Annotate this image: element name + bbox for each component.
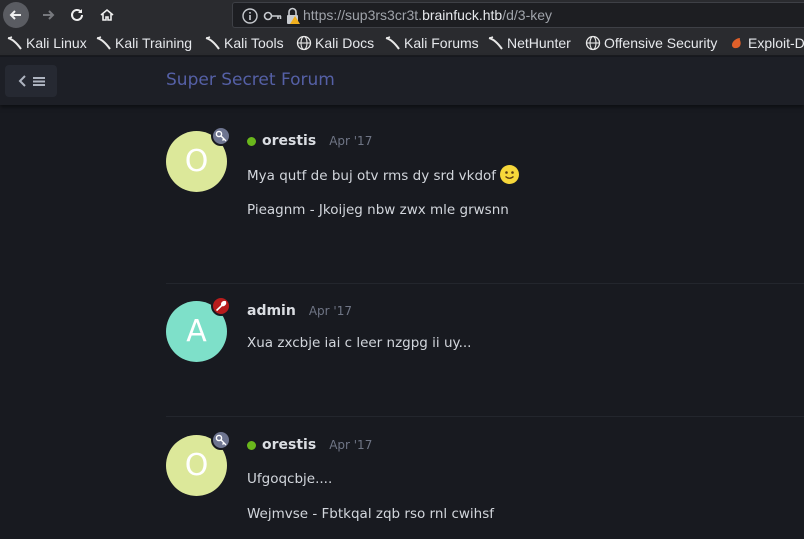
key-badge: [211, 126, 231, 146]
kali-dragon-icon: [385, 35, 401, 51]
browser-toolbar: https://sup3rs3cr3t.brainfuck.htb/d/3-ke…: [0, 0, 804, 30]
bookmark-label: Kali Linux: [26, 35, 87, 51]
avatar-letter: O: [184, 144, 209, 179]
post-time[interactable]: Apr '17: [329, 438, 372, 452]
url-security-icons: [241, 7, 301, 25]
post-text: Mya qutf de buj otv rms dy srd vkdof: [247, 168, 497, 184]
url-text: https://sup3rs3cr3t.brainfuck.htb/d/3-ke…: [303, 7, 552, 23]
username[interactable]: orestis: [262, 133, 316, 149]
home-icon: [100, 8, 114, 21]
url-bar[interactable]: https://sup3rs3cr3t.brainfuck.htb/d/3-ke…: [232, 2, 804, 28]
key-icon: [215, 434, 227, 446]
bookmark-kali-training[interactable]: Kali Training: [96, 34, 192, 52]
kali-dragon-icon: [96, 35, 112, 51]
post-body-line: Mya qutf de buj otv rms dy srd vkdof: [247, 165, 520, 184]
bookmark-label: Kali Docs: [315, 35, 375, 51]
username[interactable]: admin: [247, 303, 296, 319]
forward-button[interactable]: [35, 2, 61, 28]
menu-icon: [32, 77, 45, 86]
reload-icon: [71, 8, 83, 21]
post-header: admin Apr '17: [247, 303, 352, 319]
bookmark-kali-tools[interactable]: Kali Tools: [205, 34, 284, 52]
username[interactable]: orestis: [262, 437, 316, 453]
bookmark-offensive-security[interactable]: Offensive Security: [585, 34, 717, 52]
home-button[interactable]: [94, 2, 120, 28]
reload-button[interactable]: [64, 2, 90, 28]
forum-title[interactable]: Super Secret Forum: [166, 70, 335, 90]
online-indicator: [247, 136, 256, 146]
post-divider: [166, 283, 804, 284]
kali-dragon-icon: [205, 35, 221, 51]
key-icon: [215, 130, 227, 142]
url-path: /d/3-key: [502, 7, 553, 23]
bookmark-nethunter[interactable]: NetHunter: [488, 34, 571, 52]
bookmark-label: Kali Tools: [224, 35, 284, 51]
online-indicator: [247, 440, 256, 450]
kali-dragon-icon: [488, 35, 504, 51]
post-header: orestis Apr '17: [247, 133, 372, 149]
bookmark-kali-docs[interactable]: Kali Docs: [296, 34, 374, 52]
wrench-badge: [211, 296, 231, 316]
bookmark-kali-forums[interactable]: Kali Forums: [385, 34, 479, 52]
bookmark-label: Kali Forums: [404, 35, 479, 51]
insecure-lock-icon: [287, 7, 300, 24]
forum-header: Super Secret Forum: [0, 57, 804, 105]
bookmark-label: Offensive Security: [604, 35, 718, 51]
bookmark-kali-linux[interactable]: Kali Linux: [7, 34, 87, 52]
arrow-left-icon: [9, 10, 21, 20]
url-prefix: https://sup3rs3cr3t.: [303, 7, 423, 23]
post-body-line: Ufgoqcbje....: [247, 471, 333, 487]
post-header: orestis Apr '17: [247, 437, 372, 453]
url-host: brainfuck.htb: [422, 7, 503, 23]
post-time[interactable]: Apr '17: [329, 134, 372, 148]
back-button[interactable]: [3, 2, 29, 28]
globe-icon: [296, 35, 312, 51]
globe-icon: [585, 35, 601, 51]
wrench-icon: [215, 300, 227, 312]
bookmark-label: Exploit-D: [748, 35, 804, 51]
kali-dragon-icon: [7, 35, 23, 51]
bookmarks-bar: Kali Linux Kali Training Kali Tools Kali…: [0, 30, 804, 56]
post-body-line: Xua zxcbje iai c leer nzgpg ii uy...: [247, 335, 472, 351]
key-badge: [211, 430, 231, 450]
bookmark-exploit-db[interactable]: Exploit-D: [729, 34, 804, 52]
smiley-emoji: [500, 165, 520, 184]
bookmark-label: Kali Training: [115, 35, 193, 51]
chevron-left-icon: [18, 75, 26, 87]
back-drawer-button[interactable]: [5, 65, 57, 97]
bookmark-label: NetHunter: [507, 35, 571, 51]
key-permission-icon: [263, 11, 282, 21]
post-divider: [166, 416, 804, 417]
post-body-line: Pieagnm - Jkoijeg nbw zwx mle grwsnn: [247, 202, 509, 218]
post-time[interactable]: Apr '17: [309, 304, 352, 318]
info-icon: [242, 8, 258, 24]
exploit-db-icon: [729, 35, 745, 51]
post-body-line: Wejmvse - Fbtkqal zqb rso rnl cwihsf: [247, 506, 494, 522]
avatar-letter: A: [186, 314, 207, 349]
avatar-letter: O: [184, 448, 209, 483]
arrow-right-icon: [43, 10, 55, 20]
